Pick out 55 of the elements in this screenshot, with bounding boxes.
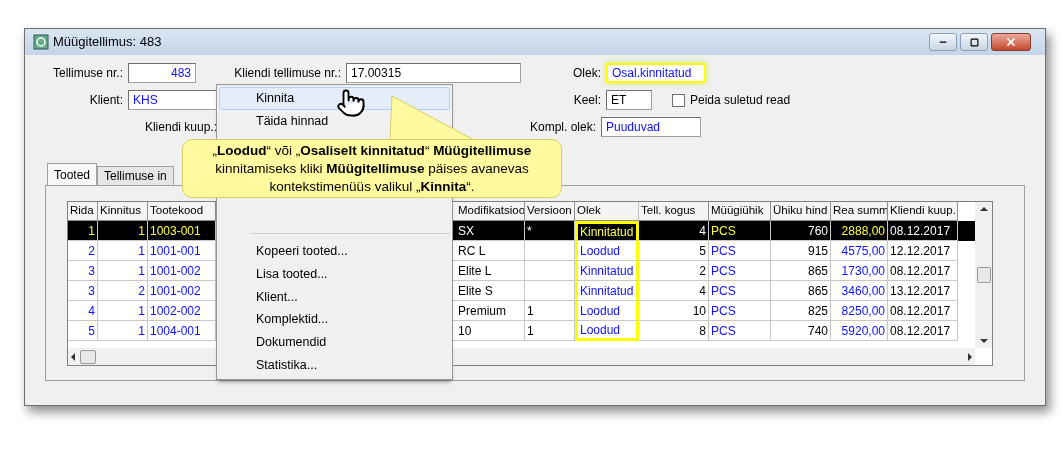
table-cell: 08.12.2017 <box>888 321 958 341</box>
column-header[interactable]: Kinnitus <box>98 202 148 221</box>
checkbox[interactable] <box>672 93 685 107</box>
right-arrow-icon[interactable] <box>967 352 973 361</box>
table-cell: 1 <box>98 321 148 341</box>
field-label: Klient: <box>88 92 123 109</box>
close-button[interactable] <box>991 33 1031 51</box>
menu-item[interactable]: Statistika... <box>219 354 450 377</box>
window-icon <box>33 34 49 50</box>
window-title: Müügitellimus: 483 <box>53 33 162 52</box>
scrollbar-thumb[interactable] <box>976 267 991 283</box>
table-cell: Loodud <box>575 321 639 341</box>
table-cell: 1 <box>525 321 575 341</box>
column-header[interactable]: Tell. kogus <box>639 202 709 221</box>
column-header[interactable]: Ühiku hind <box>771 202 831 221</box>
left-arrow-icon[interactable] <box>70 352 76 361</box>
field-label: Kliendi tellimuse nr.: <box>233 65 341 82</box>
column-header[interactable]: Olek <box>575 202 639 221</box>
table-cell: 740 <box>771 321 831 341</box>
tab[interactable]: Tellimuse in <box>97 166 174 185</box>
up-arrow-icon[interactable] <box>979 206 988 212</box>
menu-item[interactable]: Täida hinnad <box>219 109 450 133</box>
column-header[interactable]: Müügiühik <box>709 202 771 221</box>
text-field[interactable]: ET <box>606 90 652 110</box>
tab[interactable]: Tooted <box>47 163 98 185</box>
hand-cursor-icon <box>336 88 366 118</box>
table-cell: 5920,00 <box>831 321 888 341</box>
menu-item[interactable]: Kopeeri tooted... <box>219 239 450 263</box>
text-field[interactable]: 17.00315 <box>346 63 521 83</box>
menu-item[interactable]: Kinnita <box>219 87 450 110</box>
column-header[interactable]: Kliendi kuup. <box>888 202 958 221</box>
close-icon <box>1005 36 1017 48</box>
column-header[interactable]: Tootekood <box>148 202 216 221</box>
field-label: Kompl. olek: <box>528 119 596 136</box>
table-cell: PCS <box>709 321 771 341</box>
column-header[interactable]: Rida <box>68 202 98 221</box>
text-field[interactable]: Puuduvad <box>601 117 701 137</box>
checkbox-label: Peida suletud read <box>690 92 791 109</box>
minimize-button[interactable] <box>929 33 957 51</box>
text-field[interactable]: Osal.kinnitatud <box>606 63 706 83</box>
field-label: Kliendi kuup.: <box>143 119 217 136</box>
table-cell: 8 <box>639 321 709 341</box>
table-cell: 5 <box>68 321 98 341</box>
column-header[interactable]: Rea summ <box>831 202 888 221</box>
column-header[interactable]: Modifikatsioo <box>453 202 525 221</box>
field-label: Keel: <box>572 92 601 109</box>
vertical-scrollbar[interactable] <box>975 202 992 348</box>
column-header[interactable]: Versioon <box>525 202 575 221</box>
text-field[interactable]: 483 <box>128 63 196 83</box>
field-label: Tellimuse nr.: <box>51 65 123 82</box>
down-arrow-icon[interactable] <box>979 338 988 344</box>
scrollbar-thumb[interactable] <box>80 349 96 364</box>
maximize-button[interactable] <box>960 33 988 51</box>
maximize-icon <box>969 37 979 47</box>
field-label: Olek: <box>572 65 601 82</box>
